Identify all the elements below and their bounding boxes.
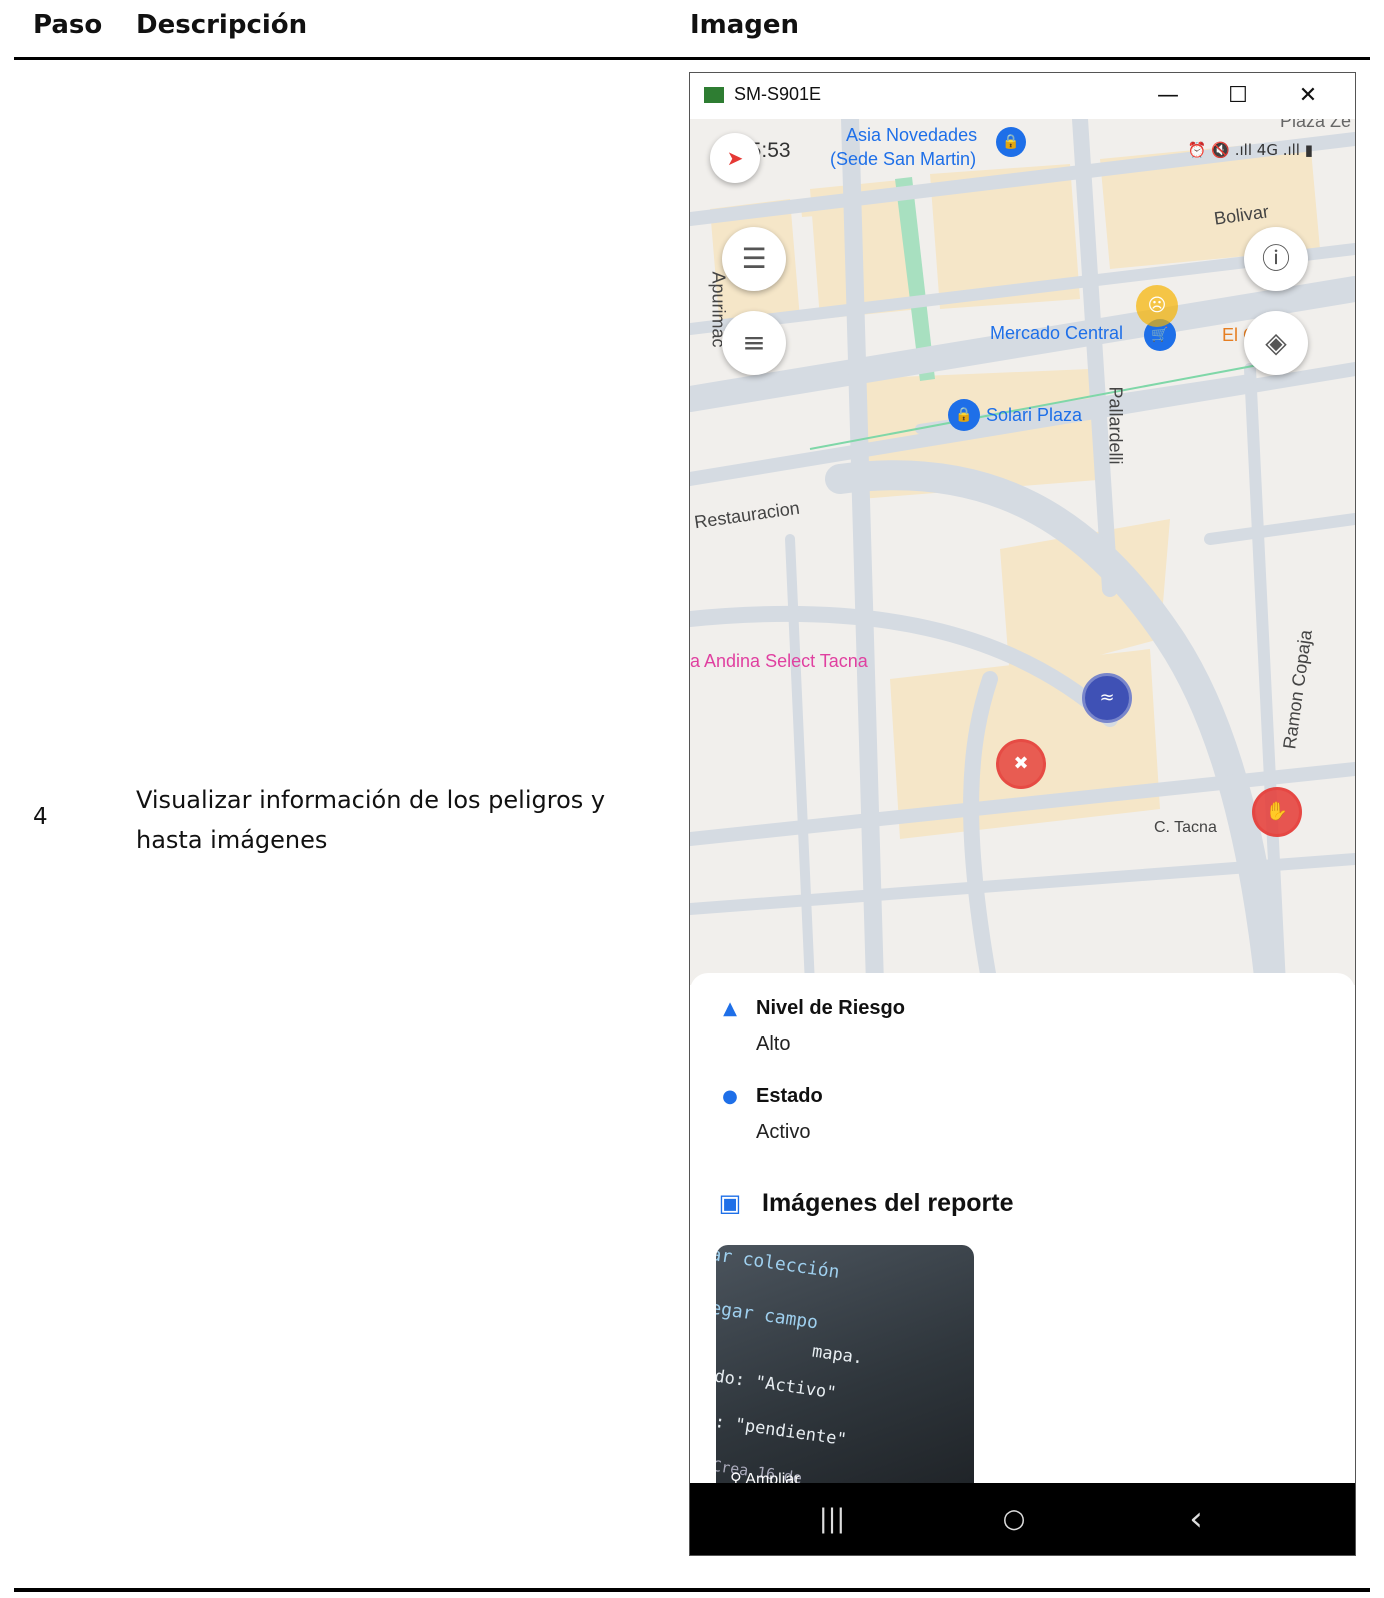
- recents-button[interactable]: |||: [802, 1499, 862, 1539]
- hazard-pin-red-camera[interactable]: ✖: [996, 739, 1046, 789]
- nivel-riesgo-value: Alto: [756, 1033, 791, 1055]
- android-navbar: ||| ○ ‹: [690, 1483, 1355, 1555]
- hazard-detail-sheet: ▲ Nivel de Riesgo Alto ● Estado Activo ▣…: [690, 973, 1355, 1543]
- imagenes-title: Imágenes del reporte: [762, 1189, 1014, 1217]
- header-paso: Paso: [33, 10, 103, 40]
- hazard-pin-blue[interactable]: ≈: [1082, 673, 1132, 723]
- menu-button[interactable]: ☰: [722, 227, 786, 291]
- label-asia-novedades: Asia Novedades: [846, 125, 978, 145]
- label-sede-san-martin: (Sede San Martin): [830, 149, 977, 169]
- minimize-button[interactable]: —: [1145, 77, 1191, 115]
- header-descripcion: Descripción: [136, 10, 308, 40]
- compass-button[interactable]: ➤: [710, 133, 760, 183]
- store-pin-solari[interactable]: 🔒: [948, 399, 980, 431]
- thumb-text-4: do: "Activo": [716, 1366, 838, 1404]
- close-button[interactable]: ✕: [1285, 77, 1331, 115]
- thumb-text-3: mapa.: [810, 1341, 865, 1369]
- home-button[interactable]: ○: [984, 1499, 1044, 1539]
- window-title: SM-S901E: [734, 84, 822, 104]
- maximize-button[interactable]: ☐: [1215, 77, 1261, 115]
- estado-value: Activo: [756, 1121, 811, 1143]
- label-mercado-central: Mercado Central: [990, 323, 1124, 343]
- label-c-tacna: C. Tacna: [1154, 819, 1217, 836]
- header-rule: [14, 57, 1370, 60]
- hazard-pin-yellow[interactable]: ☹: [1136, 285, 1178, 327]
- layers-button[interactable]: ◈: [1244, 311, 1308, 375]
- app-icon: [704, 87, 724, 103]
- report-image-thumbnail[interactable]: ar colección egar campo mapa. do: "Activ…: [716, 1245, 974, 1501]
- thumb-text-1: ar colección: [716, 1245, 841, 1283]
- emulator-window: SM-S901E — ☐ ✕ 15:53 ⏰ 🔇 .ıll 4G .ıll ▮ …: [689, 72, 1356, 1556]
- step-description: Visualizar información de los peligros y…: [136, 786, 606, 854]
- warning-icon: ▲: [723, 998, 737, 1019]
- window-titlebar: SM-S901E — ☐ ✕: [690, 73, 1355, 119]
- footer-rule: [14, 1588, 1370, 1592]
- info-icon: ●: [722, 1086, 738, 1107]
- label-andina-select: a Andina Select Tacna: [690, 651, 868, 671]
- label-pallardelli: Pallardelli: [1105, 386, 1126, 465]
- filter-button[interactable]: ≡: [722, 311, 786, 375]
- thumb-text-2: egar campo: [716, 1297, 820, 1334]
- hazard-pin-red-hand[interactable]: ✋: [1252, 787, 1302, 837]
- thumb-text-5: : "pendiente": [716, 1411, 848, 1451]
- nivel-riesgo-label: Nivel de Riesgo: [756, 997, 905, 1019]
- store-pin-asia[interactable]: 🔒: [996, 127, 1026, 157]
- back-button[interactable]: ‹: [1166, 1499, 1226, 1539]
- label-plaza-top: Plaza Ze: [1280, 119, 1352, 131]
- step-number: 4: [33, 804, 48, 830]
- estado-label: Estado: [756, 1085, 823, 1107]
- status-icons: ⏰ 🔇 .ıll 4G .ıll ▮: [1187, 141, 1313, 159]
- label-solari-plaza: Solari Plaza: [986, 405, 1083, 425]
- photo-library-icon: ▣: [718, 1189, 742, 1217]
- info-button[interactable]: ⓘ: [1244, 227, 1308, 291]
- header-imagen: Imagen: [690, 10, 800, 40]
- map-view[interactable]: 15:53 ⏰ 🔇 .ıll 4G .ıll ▮ Plaza Ze Asia N…: [690, 119, 1355, 985]
